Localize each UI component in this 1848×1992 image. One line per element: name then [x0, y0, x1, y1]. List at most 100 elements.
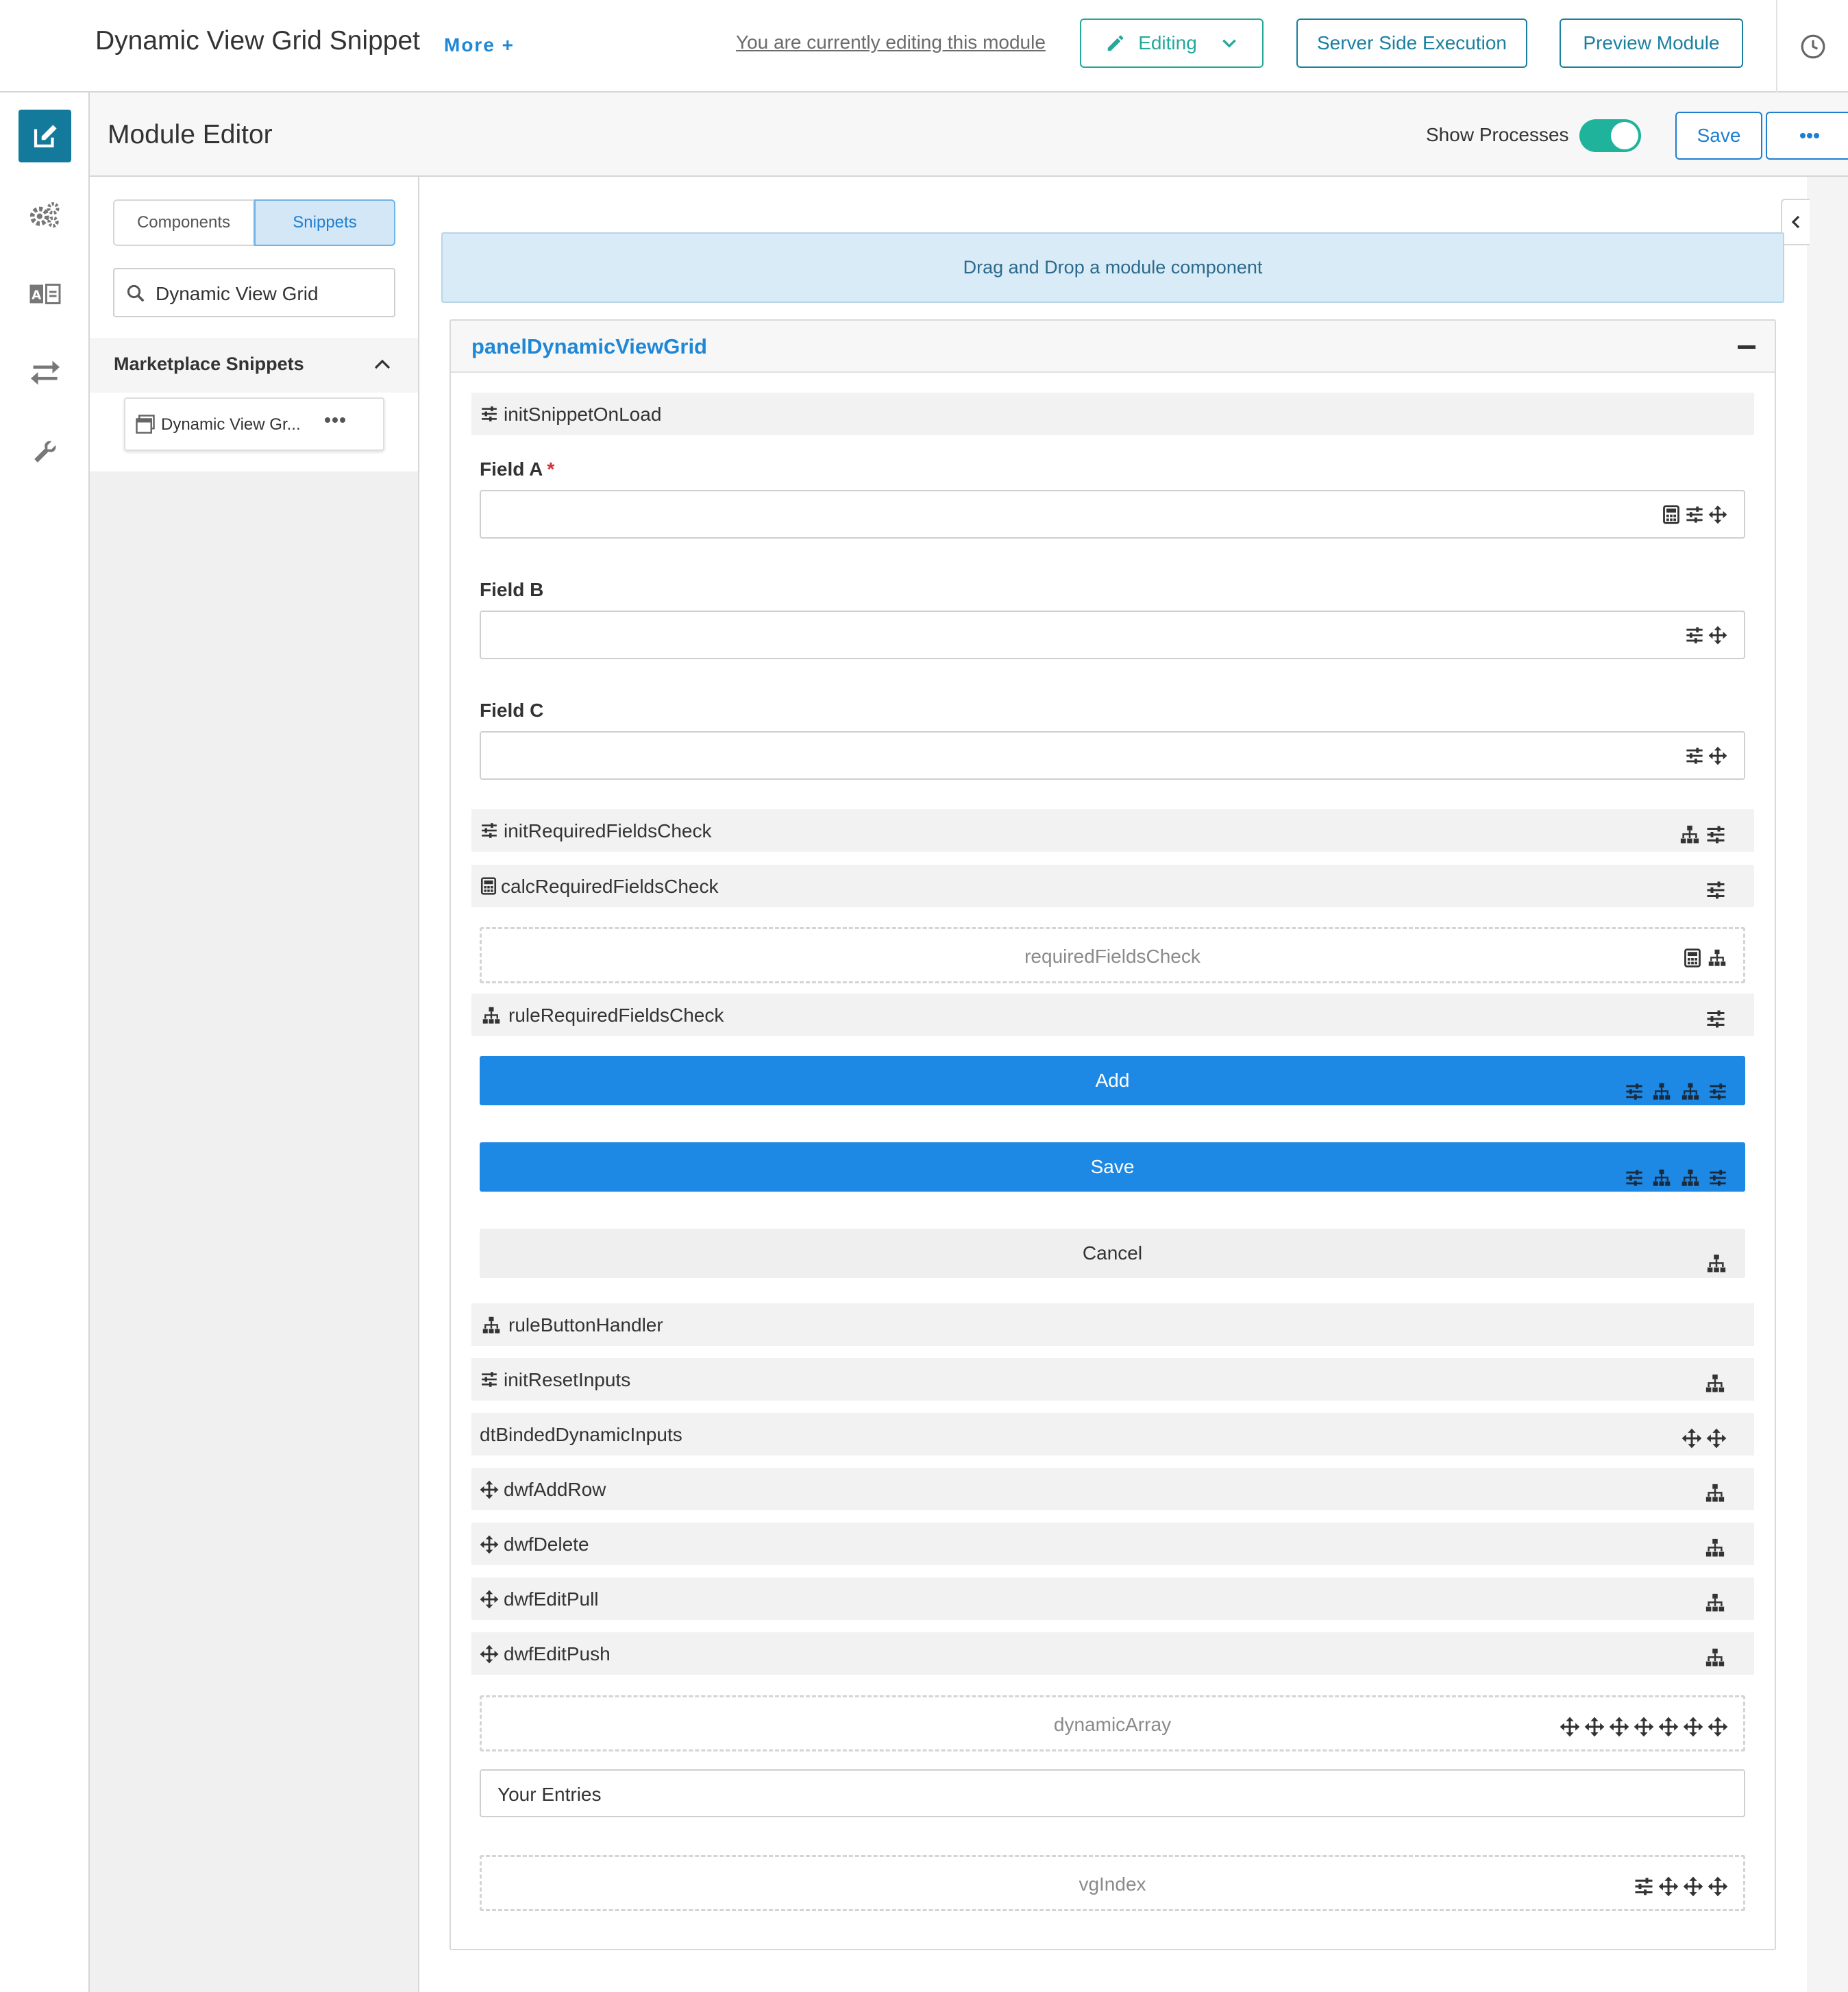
add-button-label: Add — [1095, 1070, 1130, 1091]
sitemap-icon — [1649, 1168, 1674, 1188]
drop-zone[interactable]: Drag and Drop a module component — [441, 232, 1784, 303]
process-row-calc-required[interactable]: calcRequiredFieldsCheck — [471, 865, 1754, 907]
collapse-panel-button[interactable] — [1781, 199, 1810, 245]
translate-icon: A — [29, 283, 61, 304]
row-icons — [1703, 1593, 1727, 1613]
rail-exchange-button[interactable] — [19, 346, 71, 399]
process-row-dwf-edit-push[interactable]: dwfEditPush — [471, 1632, 1754, 1675]
process-row-dt-binded[interactable]: dtBindedDynamicInputs — [471, 1413, 1754, 1455]
module-editor-title: Module Editor — [108, 120, 273, 149]
sliders-icon — [1685, 505, 1704, 524]
rail-translate-button[interactable]: A — [19, 267, 71, 320]
rail-settings-button[interactable] — [19, 188, 71, 241]
chevron-down-icon — [1220, 34, 1238, 52]
module-editor-header: Module Editor Show Processes Save — [90, 93, 1848, 177]
field-a-label: Field A * — [480, 458, 555, 480]
sliders-icon — [1705, 880, 1727, 900]
marketplace-snippets-header[interactable]: Marketplace Snippets — [90, 338, 418, 393]
ellipsis-icon — [1799, 132, 1820, 139]
process-label: initResetInputs — [504, 1369, 631, 1390]
panel-title: panelDynamicViewGrid — [471, 334, 707, 358]
row-icons — [1705, 880, 1727, 900]
sitemap-icon — [480, 1316, 503, 1335]
editing-label: Editing — [1138, 32, 1197, 53]
row-icons — [1703, 1373, 1727, 1394]
sliders-icon — [1707, 1082, 1729, 1101]
row-icons — [1703, 1647, 1727, 1668]
marketplace-snippets-title: Marketplace Snippets — [114, 354, 304, 374]
sitemap-icon — [1703, 1647, 1727, 1668]
process-row-rule-required[interactable]: ruleRequiredFieldsCheck — [471, 994, 1754, 1036]
cancel-button-label: Cancel — [1082, 1242, 1143, 1264]
component-sidebar: Components Snippets Marketplace Snippets… — [90, 177, 419, 1992]
field-icons — [1634, 1876, 1728, 1897]
hidden-field-required-check[interactable]: requiredFieldsCheck — [480, 927, 1745, 983]
panel-header[interactable]: panelDynamicViewGrid — [451, 321, 1775, 373]
sitemap-icon — [1649, 1082, 1674, 1101]
hidden-field-vg-index[interactable]: vgIndex — [480, 1855, 1745, 1911]
move-icon — [1683, 1876, 1703, 1897]
preview-module-button[interactable]: Preview Module — [1560, 19, 1743, 68]
tab-components[interactable]: Components — [113, 199, 254, 246]
move-icon — [1658, 1876, 1679, 1897]
collapse-panel-icon[interactable] — [1738, 345, 1755, 349]
chevron-left-icon — [1788, 212, 1804, 232]
history-button[interactable] — [1776, 0, 1848, 93]
snippet-label: Dynamic View Gr... — [161, 415, 301, 434]
svg-text:A: A — [32, 288, 41, 302]
process-row-rule-button[interactable]: ruleButtonHandler — [471, 1303, 1754, 1346]
sidebar-top: Components Snippets Marketplace Snippets… — [90, 177, 418, 471]
add-button[interactable]: Add — [480, 1056, 1745, 1105]
server-side-execution-button[interactable]: Server Side Execution — [1296, 19, 1527, 68]
more-link[interactable]: More + — [444, 34, 515, 56]
process-row-dwf-edit-pull[interactable]: dwfEditPull — [471, 1577, 1754, 1620]
your-entries-label: Your Entries — [497, 1784, 602, 1805]
row-icons — [1681, 1428, 1727, 1449]
button-icons — [1623, 1168, 1729, 1188]
move-icon — [1683, 1717, 1703, 1737]
process-row-dwf-add[interactable]: dwfAddRow — [471, 1468, 1754, 1510]
right-strip — [1807, 177, 1848, 1992]
hidden-field-dynamic-array[interactable]: dynamicArray — [480, 1695, 1745, 1751]
wrench-icon — [32, 438, 59, 465]
snippet-card[interactable]: Dynamic View Gr... — [124, 397, 384, 451]
field-icons — [1685, 746, 1727, 765]
pencil-icon — [1105, 33, 1126, 53]
process-row-init-reset[interactable]: initResetInputs — [471, 1358, 1754, 1401]
exchange-icon — [30, 360, 60, 385]
process-row-dwf-delete[interactable]: dwfDelete — [471, 1523, 1754, 1565]
chevron-up-icon[interactable] — [372, 354, 393, 375]
field-c-input[interactable] — [480, 731, 1745, 780]
show-processes-toggle[interactable] — [1579, 119, 1641, 152]
move-icon — [1681, 1428, 1702, 1449]
sliders-icon — [1705, 1009, 1727, 1029]
editing-dropdown[interactable]: Editing — [1080, 19, 1264, 68]
move-icon — [1560, 1717, 1580, 1737]
save-button[interactable]: Save — [1675, 112, 1762, 160]
sitemap-icon — [1678, 1082, 1703, 1101]
process-label: ruleButtonHandler — [508, 1314, 663, 1336]
cancel-button[interactable]: Cancel — [480, 1229, 1745, 1278]
ellipsis-icon[interactable] — [324, 417, 346, 423]
hidden-field-label: vgIndex — [1079, 1873, 1146, 1895]
tab-snippets[interactable]: Snippets — [254, 199, 395, 246]
rail-tools-button[interactable] — [19, 425, 71, 478]
required-marker: * — [547, 458, 555, 480]
calculator-icon — [480, 877, 497, 895]
field-c-label: Field C — [480, 700, 544, 721]
more-options-button[interactable] — [1766, 112, 1848, 160]
your-entries-grid[interactable]: Your Entries — [480, 1769, 1745, 1817]
save-form-button[interactable]: Save — [480, 1142, 1745, 1192]
sliders-icon — [1685, 626, 1704, 645]
sliders-icon — [1623, 1082, 1645, 1101]
sliders-icon — [1707, 1168, 1729, 1188]
search-input[interactable] — [156, 283, 382, 305]
rail-edit-button[interactable] — [19, 110, 71, 162]
field-b-input[interactable] — [480, 611, 1745, 659]
process-row-init-snippet[interactable]: initSnippetOnLoad — [471, 393, 1754, 435]
process-label: initSnippetOnLoad — [504, 404, 662, 425]
search-box[interactable] — [113, 268, 395, 317]
editing-note-link[interactable]: You are currently editing this module — [736, 32, 1046, 53]
process-row-init-required[interactable]: initRequiredFieldsCheck — [471, 809, 1754, 852]
field-a-input[interactable] — [480, 490, 1745, 539]
